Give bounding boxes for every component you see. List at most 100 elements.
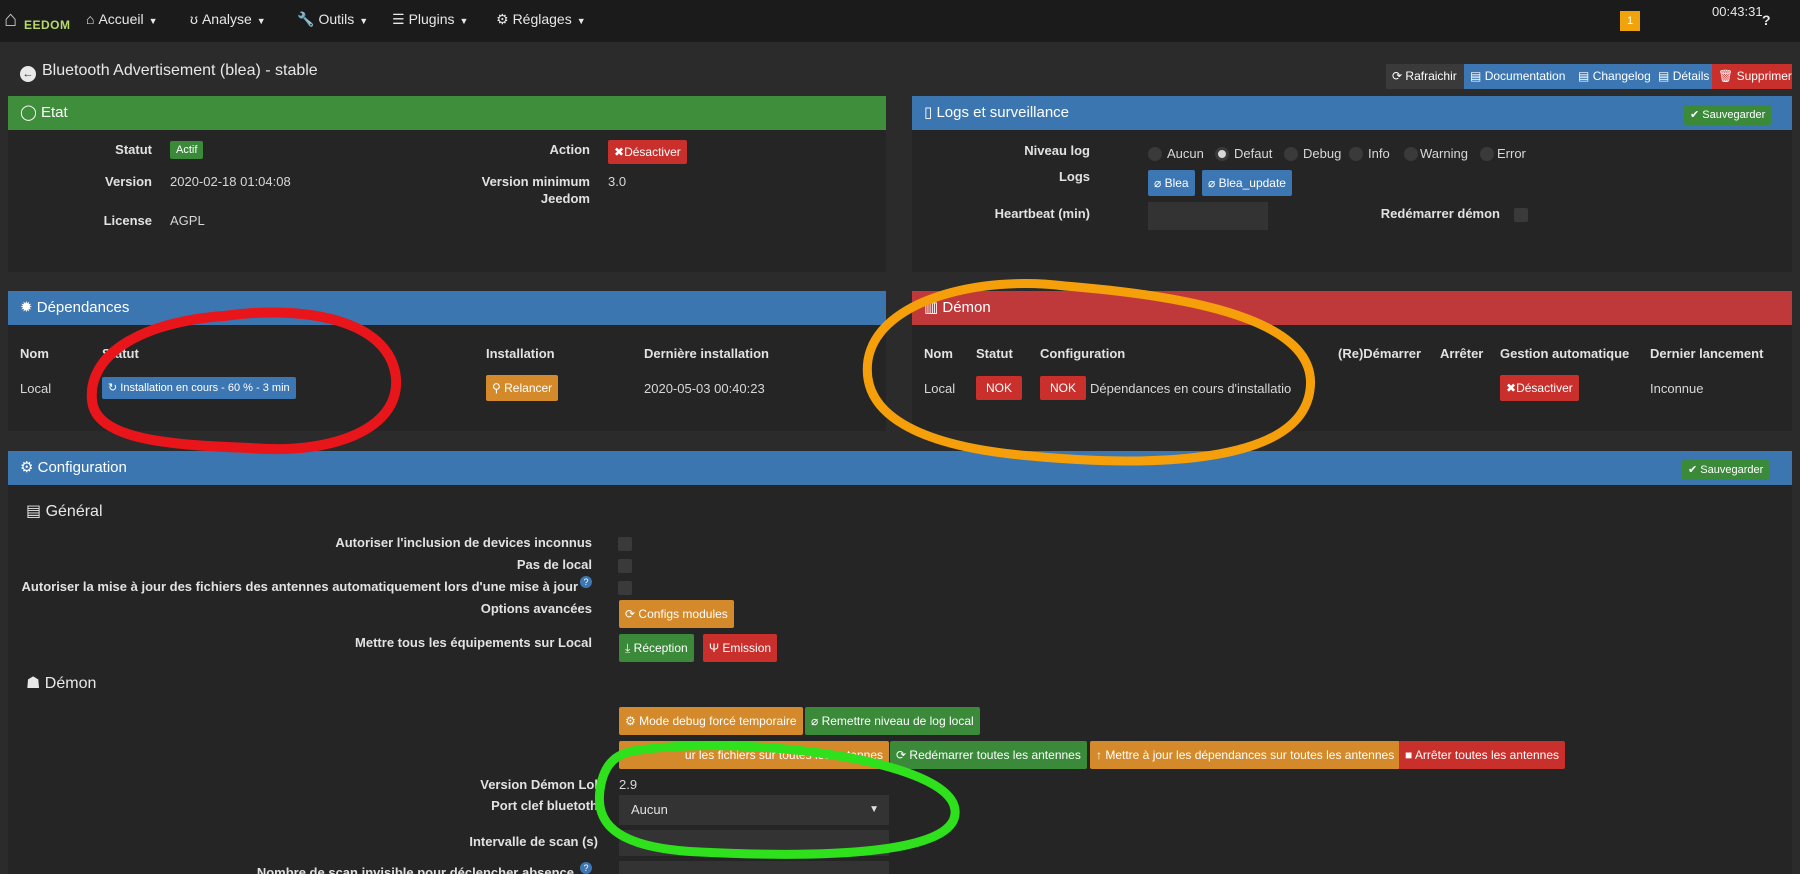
- logs-panel: ▯ Logs et surveillance ✔ Sauvegarder Niv…: [912, 96, 1792, 272]
- refresh-icon: ⟳: [625, 607, 636, 621]
- book-icon: ▤: [1658, 69, 1670, 83]
- demon-panel-header: ▥ Démon: [912, 291, 1792, 325]
- paperclip-icon: ⌀: [811, 714, 819, 728]
- etat-panel: ◯ Etat Statut Actif Action ✖Désactiver V…: [8, 96, 886, 272]
- general-section-title: ▤ Général: [26, 503, 103, 520]
- emission-button[interactable]: Ψ Emission: [703, 634, 778, 662]
- demon-section-title: ☗ Démon: [26, 675, 97, 692]
- configs-modules-button[interactable]: ⟳ Configs modules: [619, 600, 734, 628]
- refresh-icon: ⟳: [896, 748, 907, 762]
- daemon-config-badge: NOK: [1040, 376, 1087, 400]
- power-icon: ◯: [20, 104, 37, 121]
- nav-analyse[interactable]: ʊ Analyse ▼: [190, 11, 266, 27]
- nav-accueil[interactable]: ⌂ Accueil ▼: [86, 11, 158, 27]
- bicycle-icon: ⚲: [492, 381, 501, 395]
- radio-error[interactable]: [1480, 147, 1494, 161]
- bell-icon: ☗: [26, 675, 41, 692]
- caret-down-icon: ▼: [459, 16, 469, 26]
- status-badge: Actif: [170, 141, 204, 159]
- debug-mode-button[interactable]: ⚙ Mode debug forcé temporaire: [619, 707, 803, 735]
- restart-all-antennas-button[interactable]: ⟳ Redémarrer toutes les antennes: [890, 741, 1087, 769]
- book-icon: ▤: [1578, 69, 1590, 83]
- paperclip-icon: ⌀: [1154, 176, 1162, 190]
- update-deps-all-antennas-button[interactable]: ↑ Mettre à jour les dépendances sur tout…: [1090, 741, 1401, 769]
- bank-icon: ▥: [924, 299, 939, 316]
- logs-save-button[interactable]: ✔ Sauvegarder: [1684, 105, 1772, 125]
- home-icon: ⌂: [86, 11, 95, 27]
- stethoscope-icon: ʊ: [190, 11, 198, 27]
- cogs-icon: ⚙: [20, 459, 34, 476]
- reset-log-level-button[interactable]: ⌀ Remettre niveau de log local: [805, 707, 980, 735]
- book-icon: ▤: [1470, 69, 1482, 83]
- pas-local-checkbox[interactable]: [618, 559, 632, 573]
- file-icon: ▯: [924, 104, 933, 121]
- help-circle-icon[interactable]: ?: [580, 862, 592, 874]
- inclusion-checkbox[interactable]: [618, 537, 632, 551]
- help-circle-icon[interactable]: ?: [580, 576, 592, 588]
- chevron-down-icon: ▼: [869, 804, 879, 815]
- gestion-desactiver-button[interactable]: ✖Désactiver: [1500, 375, 1579, 401]
- config-save-button[interactable]: ✔ Sauvegarder: [1682, 460, 1770, 480]
- list-alt-icon: ▤: [26, 503, 42, 520]
- radio-warning[interactable]: [1404, 147, 1418, 161]
- dependances-panel: ✹ Dépendances Nom Statut Installation De…: [8, 291, 886, 431]
- port-bluetooth-select[interactable]: Aucun ▼: [619, 795, 889, 825]
- invisible-scan-input[interactable]: [619, 861, 889, 874]
- logs-panel-header: ▯ Logs et surveillance: [912, 96, 1792, 130]
- nav-reglages[interactable]: ⚙ Réglages ▼: [496, 11, 586, 28]
- jeedom-logo[interactable]: ⌂ EEDOM: [4, 6, 70, 36]
- reception-button[interactable]: ⤓ Réception: [619, 634, 694, 662]
- radio-debug[interactable]: [1284, 147, 1298, 161]
- desactiver-button[interactable]: ✖Désactiver: [608, 140, 687, 164]
- daemon-status-badge: NOK: [976, 376, 1023, 400]
- caret-down-icon: ▼: [576, 16, 586, 26]
- page-title: ← Bluetooth Advertisement (blea) - stable: [20, 62, 318, 82]
- documentation-button[interactable]: ▤ Documentation: [1464, 64, 1572, 89]
- download-icon: ⤓: [625, 641, 631, 655]
- gear-icon: ✹: [20, 299, 33, 316]
- refresh-icon: ⟳: [1392, 69, 1403, 83]
- arrow-up-icon: ↑: [1096, 748, 1102, 762]
- details-button[interactable]: ▤ Détails: [1652, 64, 1712, 89]
- help-icon[interactable]: ?: [1762, 12, 1771, 28]
- radio-defaut[interactable]: [1215, 147, 1229, 161]
- scan-interval-input[interactable]: [619, 830, 889, 856]
- paperclip-icon: ⌀: [1208, 176, 1216, 190]
- check-circle-icon: ✔: [1690, 109, 1700, 121]
- version-demon-label: Version Démon Lol: [480, 777, 598, 792]
- log-blea-update-button[interactable]: ⌀ Blea_update: [1202, 170, 1292, 196]
- check-circle-icon: ✔: [1688, 464, 1698, 476]
- log-blea-button[interactable]: ⌀ Blea: [1148, 170, 1195, 196]
- antenna-icon: Ψ: [709, 641, 720, 655]
- stop-all-antennas-button[interactable]: ■ Arrêter toutes les antennes: [1399, 741, 1566, 769]
- delete-button[interactable]: 🗑 Supprimer: [1712, 64, 1792, 89]
- port-clef-label: Port clef bluetoth: [491, 798, 598, 813]
- dependances-panel-header: ✹ Dépendances: [8, 291, 886, 325]
- update-files-all-antennas-button[interactable]: ur les fichiers sur toutes les antennes: [619, 741, 889, 769]
- restart-daemon-checkbox[interactable]: [1514, 208, 1528, 222]
- list-icon: ☰: [392, 11, 405, 27]
- cogs-icon: ⚙: [625, 714, 636, 728]
- clock: 00:43:31: [1712, 4, 1763, 19]
- nav-plugins[interactable]: ☰ Plugins ▼: [392, 11, 468, 28]
- spinner-icon: ↻: [108, 382, 118, 394]
- radio-aucun[interactable]: [1148, 147, 1162, 161]
- wrench-icon: 🔧: [297, 11, 315, 27]
- caret-down-icon: ▼: [148, 16, 158, 26]
- stop-icon: ■: [1405, 748, 1413, 762]
- relancer-button[interactable]: ⚲ Relancer: [486, 375, 559, 401]
- trash-icon: 🗑: [1718, 69, 1734, 83]
- logo-house-icon: ⌂: [4, 6, 18, 31]
- configuration-panel-header: ⚙ Configuration: [8, 451, 1792, 485]
- radio-info[interactable]: [1349, 147, 1363, 161]
- heartbeat-input[interactable]: [1148, 202, 1268, 230]
- maj-fichiers-checkbox[interactable]: [618, 581, 632, 595]
- nav-outils[interactable]: 🔧 Outils ▼: [297, 11, 368, 28]
- refresh-button[interactable]: ⟳ Rafraichir: [1386, 64, 1464, 89]
- close-icon: ✖: [1506, 381, 1517, 395]
- caret-down-icon: ▼: [359, 16, 369, 26]
- back-arrow-icon[interactable]: ←: [20, 66, 36, 82]
- changelog-button[interactable]: ▤ Changelog: [1572, 64, 1652, 89]
- message-count-badge[interactable]: 1: [1620, 11, 1640, 31]
- top-navbar: ⌂ EEDOM ⌂ Accueil ▼ ʊ Analyse ▼ 🔧 Outils ▼ ☰ Pl…: [0, 0, 1800, 42]
